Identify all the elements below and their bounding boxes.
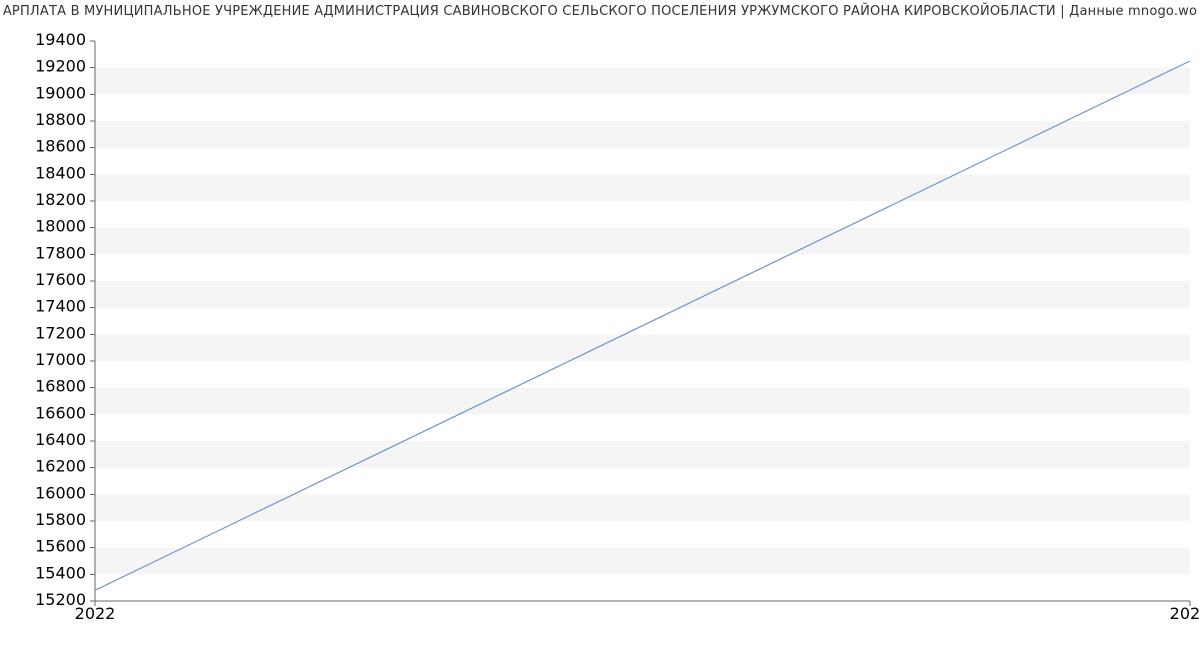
y-tick-label: 17000: [35, 350, 86, 369]
y-tick-label: 17200: [35, 323, 86, 342]
y-tick-label: 19400: [35, 30, 86, 49]
y-tick-label: 18400: [35, 163, 86, 182]
x-tick-label: 2024: [1170, 604, 1200, 623]
chart-svg: 1520015400156001580016000162001640016600…: [0, 19, 1200, 639]
y-tick-label: 19200: [35, 57, 86, 76]
grid-band: [95, 68, 1190, 95]
grid-band: [95, 334, 1190, 361]
grid-band: [95, 121, 1190, 148]
y-tick-label: 18600: [35, 137, 86, 156]
y-tick-label: 16200: [35, 457, 86, 476]
y-tick-label: 19000: [35, 83, 86, 102]
y-tick-label: 18800: [35, 110, 86, 129]
grid-band: [95, 441, 1190, 468]
grid-band: [95, 174, 1190, 201]
grid-band: [95, 494, 1190, 521]
y-tick-label: 15800: [35, 510, 86, 529]
y-tick-label: 17400: [35, 297, 86, 316]
y-tick-label: 17600: [35, 270, 86, 289]
y-tick-label: 16600: [35, 403, 86, 422]
y-tick-label: 16400: [35, 430, 86, 449]
y-tick-label: 15600: [35, 537, 86, 556]
x-tick-label: 2022: [75, 604, 116, 623]
chart-title: АРПЛАТА В МУНИЦИПАЛЬНОЕ УЧРЕЖДЕНИЕ АДМИН…: [0, 0, 1200, 19]
grid-band: [95, 228, 1190, 255]
chart-container: 1520015400156001580016000162001640016600…: [0, 19, 1200, 639]
grid-band: [95, 388, 1190, 415]
y-tick-label: 15400: [35, 563, 86, 582]
grid-band: [95, 548, 1190, 575]
y-tick-label: 18000: [35, 217, 86, 236]
y-tick-label: 16800: [35, 377, 86, 396]
y-tick-label: 18200: [35, 190, 86, 209]
grid-band: [95, 281, 1190, 308]
y-tick-label: 17800: [35, 243, 86, 262]
y-tick-label: 16000: [35, 483, 86, 502]
